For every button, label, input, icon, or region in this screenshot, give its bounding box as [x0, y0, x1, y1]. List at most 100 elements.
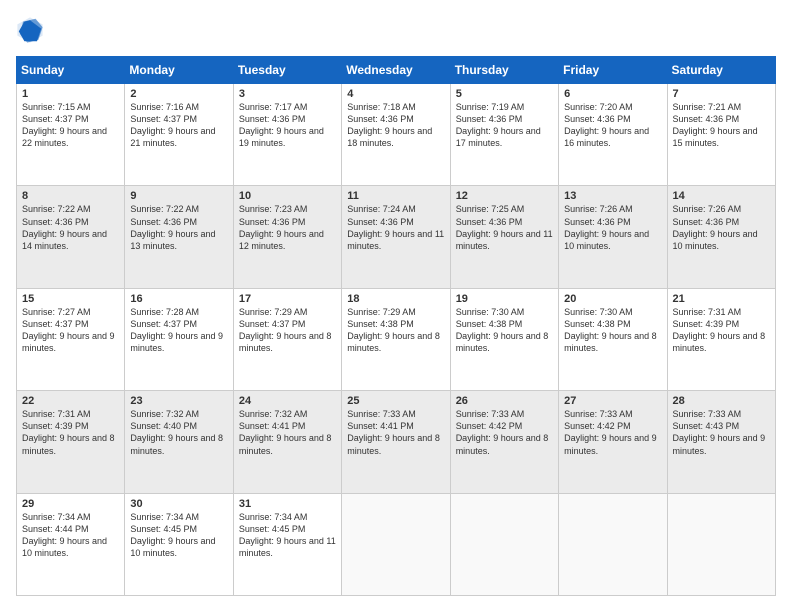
day-number: 6 [564, 88, 661, 100]
day-number: 28 [673, 395, 770, 407]
day-info: Sunrise: 7:17 AM Sunset: 4:36 PM Dayligh… [239, 101, 336, 150]
day-number: 15 [22, 293, 119, 305]
calendar-cell: 19Sunrise: 7:30 AM Sunset: 4:38 PM Dayli… [450, 288, 558, 390]
day-number: 12 [456, 190, 553, 202]
calendar: SundayMondayTuesdayWednesdayThursdayFrid… [16, 56, 776, 596]
day-number: 4 [347, 88, 444, 100]
day-header-tuesday: Tuesday [233, 57, 341, 84]
calendar-week-3: 15Sunrise: 7:27 AM Sunset: 4:37 PM Dayli… [17, 288, 776, 390]
day-number: 9 [130, 190, 227, 202]
day-info: Sunrise: 7:32 AM Sunset: 4:41 PM Dayligh… [239, 408, 336, 457]
calendar-header-row: SundayMondayTuesdayWednesdayThursdayFrid… [17, 57, 776, 84]
calendar-cell: 15Sunrise: 7:27 AM Sunset: 4:37 PM Dayli… [17, 288, 125, 390]
calendar-body: 1Sunrise: 7:15 AM Sunset: 4:37 PM Daylig… [17, 84, 776, 596]
calendar-cell: 8Sunrise: 7:22 AM Sunset: 4:36 PM Daylig… [17, 186, 125, 288]
calendar-cell [559, 493, 667, 595]
day-info: Sunrise: 7:18 AM Sunset: 4:36 PM Dayligh… [347, 101, 444, 150]
day-number: 29 [22, 498, 119, 510]
day-number: 19 [456, 293, 553, 305]
day-number: 30 [130, 498, 227, 510]
calendar-cell: 11Sunrise: 7:24 AM Sunset: 4:36 PM Dayli… [342, 186, 450, 288]
calendar-cell: 18Sunrise: 7:29 AM Sunset: 4:38 PM Dayli… [342, 288, 450, 390]
calendar-cell: 29Sunrise: 7:34 AM Sunset: 4:44 PM Dayli… [17, 493, 125, 595]
day-info: Sunrise: 7:33 AM Sunset: 4:42 PM Dayligh… [564, 408, 661, 457]
calendar-cell: 7Sunrise: 7:21 AM Sunset: 4:36 PM Daylig… [667, 84, 775, 186]
day-number: 31 [239, 498, 336, 510]
day-info: Sunrise: 7:26 AM Sunset: 4:36 PM Dayligh… [673, 203, 770, 252]
day-info: Sunrise: 7:20 AM Sunset: 4:36 PM Dayligh… [564, 101, 661, 150]
calendar-cell: 25Sunrise: 7:33 AM Sunset: 4:41 PM Dayli… [342, 391, 450, 493]
day-number: 20 [564, 293, 661, 305]
day-number: 13 [564, 190, 661, 202]
logo [16, 16, 48, 44]
calendar-cell [450, 493, 558, 595]
day-number: 24 [239, 395, 336, 407]
day-info: Sunrise: 7:15 AM Sunset: 4:37 PM Dayligh… [22, 101, 119, 150]
day-info: Sunrise: 7:33 AM Sunset: 4:42 PM Dayligh… [456, 408, 553, 457]
day-info: Sunrise: 7:19 AM Sunset: 4:36 PM Dayligh… [456, 101, 553, 150]
calendar-cell: 30Sunrise: 7:34 AM Sunset: 4:45 PM Dayli… [125, 493, 233, 595]
day-number: 5 [456, 88, 553, 100]
day-header-monday: Monday [125, 57, 233, 84]
day-info: Sunrise: 7:22 AM Sunset: 4:36 PM Dayligh… [22, 203, 119, 252]
calendar-cell: 2Sunrise: 7:16 AM Sunset: 4:37 PM Daylig… [125, 84, 233, 186]
day-info: Sunrise: 7:34 AM Sunset: 4:45 PM Dayligh… [239, 511, 336, 560]
day-info: Sunrise: 7:22 AM Sunset: 4:36 PM Dayligh… [130, 203, 227, 252]
calendar-cell: 16Sunrise: 7:28 AM Sunset: 4:37 PM Dayli… [125, 288, 233, 390]
day-info: Sunrise: 7:24 AM Sunset: 4:36 PM Dayligh… [347, 203, 444, 252]
day-info: Sunrise: 7:29 AM Sunset: 4:38 PM Dayligh… [347, 306, 444, 355]
day-number: 22 [22, 395, 119, 407]
day-number: 27 [564, 395, 661, 407]
day-number: 8 [22, 190, 119, 202]
day-info: Sunrise: 7:31 AM Sunset: 4:39 PM Dayligh… [673, 306, 770, 355]
calendar-cell: 12Sunrise: 7:25 AM Sunset: 4:36 PM Dayli… [450, 186, 558, 288]
calendar-cell: 14Sunrise: 7:26 AM Sunset: 4:36 PM Dayli… [667, 186, 775, 288]
calendar-cell: 23Sunrise: 7:32 AM Sunset: 4:40 PM Dayli… [125, 391, 233, 493]
day-header-wednesday: Wednesday [342, 57, 450, 84]
day-info: Sunrise: 7:33 AM Sunset: 4:41 PM Dayligh… [347, 408, 444, 457]
day-info: Sunrise: 7:27 AM Sunset: 4:37 PM Dayligh… [22, 306, 119, 355]
day-number: 14 [673, 190, 770, 202]
day-number: 18 [347, 293, 444, 305]
calendar-cell: 26Sunrise: 7:33 AM Sunset: 4:42 PM Dayli… [450, 391, 558, 493]
calendar-cell: 21Sunrise: 7:31 AM Sunset: 4:39 PM Dayli… [667, 288, 775, 390]
day-info: Sunrise: 7:30 AM Sunset: 4:38 PM Dayligh… [456, 306, 553, 355]
calendar-cell: 22Sunrise: 7:31 AM Sunset: 4:39 PM Dayli… [17, 391, 125, 493]
day-info: Sunrise: 7:29 AM Sunset: 4:37 PM Dayligh… [239, 306, 336, 355]
calendar-week-4: 22Sunrise: 7:31 AM Sunset: 4:39 PM Dayli… [17, 391, 776, 493]
calendar-week-1: 1Sunrise: 7:15 AM Sunset: 4:37 PM Daylig… [17, 84, 776, 186]
calendar-cell: 5Sunrise: 7:19 AM Sunset: 4:36 PM Daylig… [450, 84, 558, 186]
day-number: 17 [239, 293, 336, 305]
day-header-friday: Friday [559, 57, 667, 84]
calendar-cell: 6Sunrise: 7:20 AM Sunset: 4:36 PM Daylig… [559, 84, 667, 186]
day-info: Sunrise: 7:21 AM Sunset: 4:36 PM Dayligh… [673, 101, 770, 150]
day-info: Sunrise: 7:34 AM Sunset: 4:45 PM Dayligh… [130, 511, 227, 560]
calendar-cell: 24Sunrise: 7:32 AM Sunset: 4:41 PM Dayli… [233, 391, 341, 493]
calendar-cell: 31Sunrise: 7:34 AM Sunset: 4:45 PM Dayli… [233, 493, 341, 595]
day-number: 26 [456, 395, 553, 407]
calendar-cell: 4Sunrise: 7:18 AM Sunset: 4:36 PM Daylig… [342, 84, 450, 186]
page: SundayMondayTuesdayWednesdayThursdayFrid… [0, 0, 792, 612]
day-number: 21 [673, 293, 770, 305]
calendar-cell: 1Sunrise: 7:15 AM Sunset: 4:37 PM Daylig… [17, 84, 125, 186]
day-info: Sunrise: 7:25 AM Sunset: 4:36 PM Dayligh… [456, 203, 553, 252]
calendar-week-2: 8Sunrise: 7:22 AM Sunset: 4:36 PM Daylig… [17, 186, 776, 288]
day-info: Sunrise: 7:23 AM Sunset: 4:36 PM Dayligh… [239, 203, 336, 252]
day-number: 2 [130, 88, 227, 100]
day-number: 16 [130, 293, 227, 305]
calendar-cell: 17Sunrise: 7:29 AM Sunset: 4:37 PM Dayli… [233, 288, 341, 390]
day-number: 25 [347, 395, 444, 407]
day-header-sunday: Sunday [17, 57, 125, 84]
day-info: Sunrise: 7:31 AM Sunset: 4:39 PM Dayligh… [22, 408, 119, 457]
day-number: 7 [673, 88, 770, 100]
day-number: 11 [347, 190, 444, 202]
day-number: 3 [239, 88, 336, 100]
logo-icon [16, 16, 44, 44]
day-info: Sunrise: 7:28 AM Sunset: 4:37 PM Dayligh… [130, 306, 227, 355]
calendar-cell: 9Sunrise: 7:22 AM Sunset: 4:36 PM Daylig… [125, 186, 233, 288]
day-info: Sunrise: 7:34 AM Sunset: 4:44 PM Dayligh… [22, 511, 119, 560]
calendar-week-5: 29Sunrise: 7:34 AM Sunset: 4:44 PM Dayli… [17, 493, 776, 595]
day-number: 23 [130, 395, 227, 407]
calendar-cell: 20Sunrise: 7:30 AM Sunset: 4:38 PM Dayli… [559, 288, 667, 390]
calendar-cell: 28Sunrise: 7:33 AM Sunset: 4:43 PM Dayli… [667, 391, 775, 493]
